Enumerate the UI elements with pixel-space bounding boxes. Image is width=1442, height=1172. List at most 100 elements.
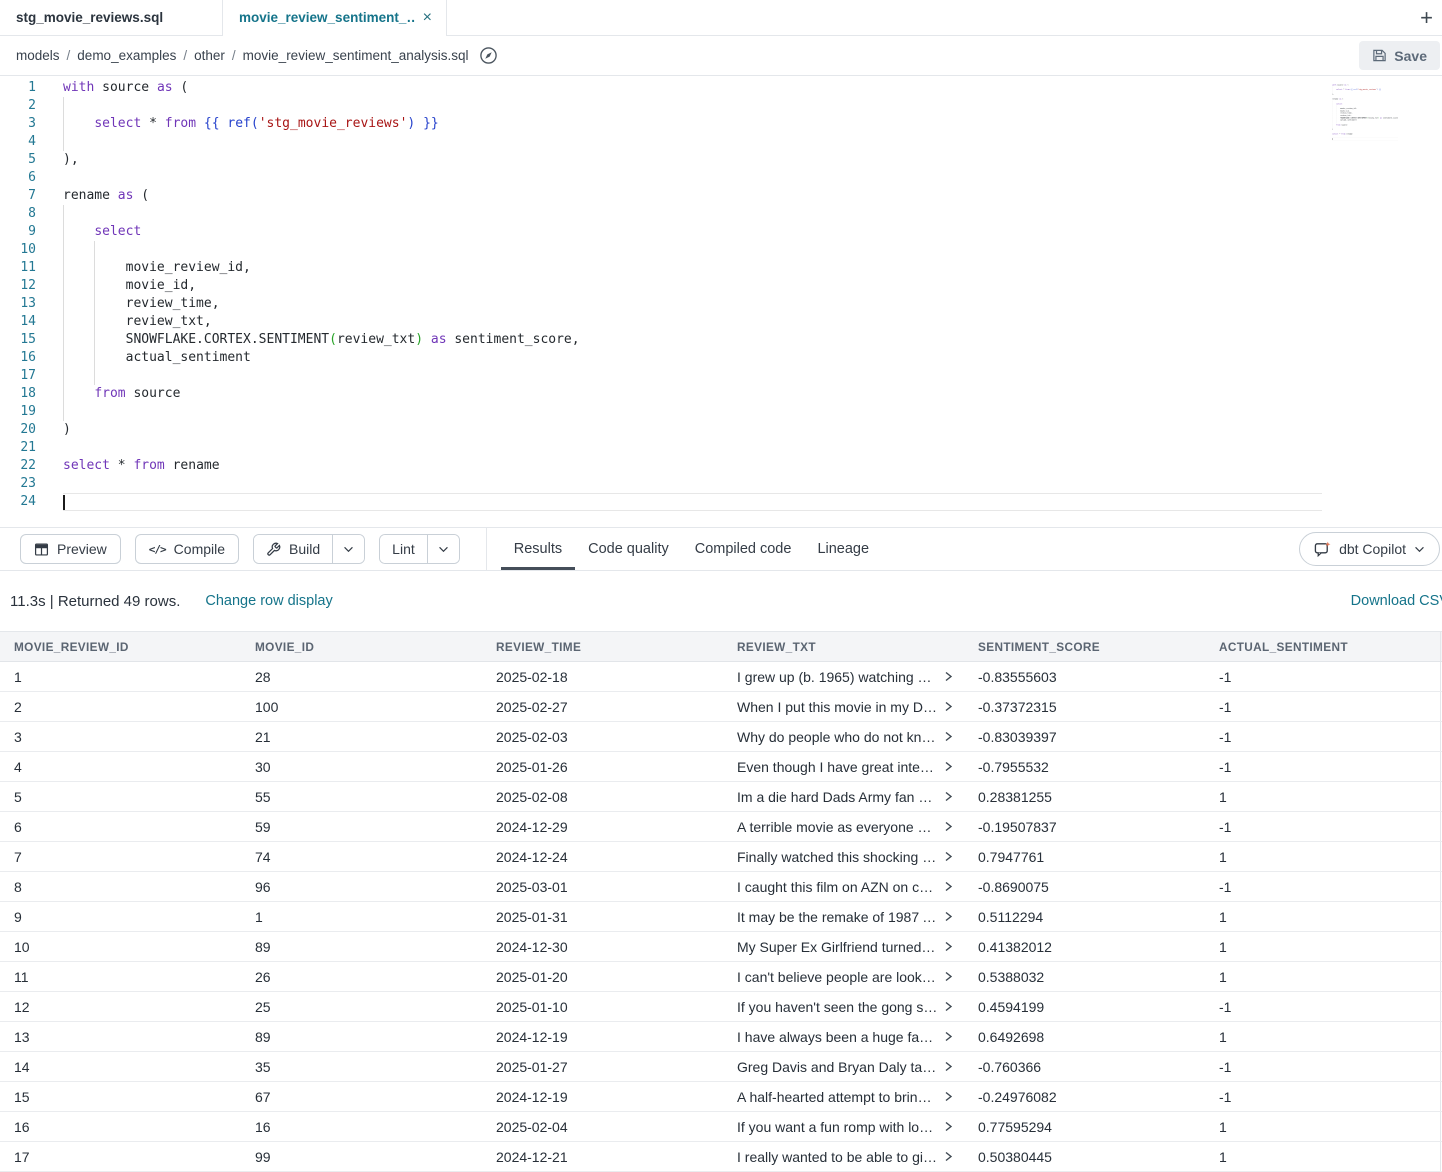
chevron-right-icon[interactable] — [943, 1001, 953, 1012]
indent-guide — [94, 241, 95, 259]
table-cell: 1 — [1205, 842, 1440, 871]
code-area[interactable]: with source as ( select * from {{ ref('s… — [1332, 84, 1398, 140]
dbt-copilot-button[interactable]: dbt Copilot — [1299, 532, 1440, 566]
preview-button[interactable]: Preview — [20, 534, 121, 564]
text-cursor — [63, 495, 65, 510]
indent-guide — [63, 349, 64, 367]
chevron-right-icon[interactable] — [943, 1151, 953, 1162]
tab-code-quality[interactable]: Code quality — [575, 528, 682, 570]
table-cell: 0.28381255 — [964, 782, 1205, 811]
chevron-right-icon[interactable] — [943, 821, 953, 832]
table-cell: 0.41382012 — [964, 932, 1205, 961]
table-cell: 16 — [241, 1112, 482, 1141]
table-cell: 89 — [241, 932, 482, 961]
chevron-right-icon[interactable] — [943, 1061, 953, 1072]
table-cell: 0.5388032 — [964, 962, 1205, 991]
tab-stg-movie-reviews[interactable]: stg_movie_reviews.sql — [0, 0, 223, 35]
build-button[interactable]: Build — [254, 535, 332, 563]
review-text: My Super Ex Girlfriend turned out to b… — [737, 939, 938, 955]
table-cell: 1 — [1205, 932, 1440, 961]
code-token: ( — [133, 188, 149, 203]
table-cell: -0.83555603 — [964, 662, 1205, 691]
new-tab-button[interactable]: + — [1420, 4, 1433, 32]
table-cell: 2024-12-30 — [482, 932, 723, 961]
lint-split-button: Lint — [379, 534, 460, 564]
download-csv-link[interactable]: Download CSV — [1351, 593, 1442, 609]
line-number: 2 — [0, 97, 36, 115]
cell-review-txt: Greg Davis and Bryan Daly take some … — [723, 1052, 964, 1081]
code-line — [63, 367, 1322, 385]
change-row-display-link[interactable]: Change row display — [205, 593, 332, 609]
chevron-right-icon[interactable] — [943, 911, 953, 922]
toolbar-divider — [486, 528, 487, 570]
chevron-right-icon[interactable] — [943, 761, 953, 772]
chevron-right-icon[interactable] — [943, 1031, 953, 1042]
review-text: It may be the remake of 1987 Autumn'… — [737, 909, 938, 925]
minimap[interactable]: with source as ( select * from {{ ref('s… — [1324, 84, 1398, 142]
table-cell: 5 — [0, 782, 241, 811]
table-cell: -0.37372315 — [964, 692, 1205, 721]
table-row: 1282025-02-18I grew up (b. 1965) watchin… — [0, 662, 1442, 692]
table-cell: -0.83039397 — [964, 722, 1205, 751]
code-token: ) — [63, 422, 71, 437]
line-number: 21 — [0, 439, 36, 457]
code-line: rename as ( — [63, 187, 1322, 205]
chevron-down-icon — [343, 546, 354, 553]
table-cell: 67 — [241, 1082, 482, 1111]
compile-label: Compile — [174, 541, 225, 557]
table-cell: 100 — [241, 692, 482, 721]
tab-movie-review-sentiment[interactable]: movie_review_sentiment_… × — [223, 0, 447, 35]
chevron-right-icon[interactable] — [943, 1091, 953, 1102]
code-line: movie_id, — [63, 277, 1322, 295]
code-line: SNOWFLAKE.CORTEX.SENTIMENT(review_txt) a… — [63, 331, 1322, 349]
table-cell: 14 — [0, 1052, 241, 1081]
chevron-right-icon[interactable] — [943, 971, 953, 982]
table-cell: 2024-12-24 — [482, 842, 723, 871]
table-row: 11262025-01-20I can't believe people are… — [0, 962, 1442, 992]
cell-review-txt: I grew up (b. 1965) watching and lovin… — [723, 662, 964, 691]
chevron-right-icon[interactable] — [943, 881, 953, 892]
table-cell: 28 — [241, 662, 482, 691]
code-line — [63, 97, 1322, 115]
table-cell: 2024-12-19 — [482, 1082, 723, 1111]
table-cell: 2024-12-29 — [482, 812, 723, 841]
chevron-right-icon[interactable] — [943, 731, 953, 742]
close-icon[interactable]: × — [423, 10, 432, 26]
line-number: 23 — [0, 475, 36, 493]
table-cell: 30 — [241, 752, 482, 781]
code-line: review_time, — [63, 295, 1322, 313]
chevron-right-icon[interactable] — [943, 851, 953, 862]
tab-lineage[interactable]: Lineage — [804, 528, 882, 570]
save-button[interactable]: Save — [1359, 41, 1440, 70]
chevron-right-icon[interactable] — [943, 1121, 953, 1132]
line-number: 3 — [0, 115, 36, 133]
code-token: select — [63, 458, 110, 473]
tab-results[interactable]: Results — [501, 528, 575, 570]
build-dropdown-button[interactable] — [332, 535, 364, 563]
table-cell: 2024-12-21 — [482, 1142, 723, 1171]
chevron-right-icon[interactable] — [943, 671, 953, 682]
lint-dropdown-button[interactable] — [427, 535, 459, 563]
chevron-right-icon[interactable] — [943, 791, 953, 802]
code-area[interactable]: with source as ( select * from {{ ref('s… — [63, 79, 1442, 511]
code-token: sentiment_score, — [447, 332, 580, 347]
table-row: 16162025-02-04If you want a fun romp wit… — [0, 1112, 1442, 1142]
table-cell: -1 — [1205, 662, 1440, 691]
table-cell: 13 — [0, 1022, 241, 1051]
results-table: MOVIE_REVIEW_IDMOVIE_IDREVIEW_TIMEREVIEW… — [0, 631, 1442, 1172]
chevron-right-icon[interactable] — [943, 701, 953, 712]
wrench-icon — [266, 542, 281, 557]
compass-icon[interactable] — [479, 46, 498, 65]
line-number: 1 — [0, 79, 36, 97]
lint-button[interactable]: Lint — [380, 535, 427, 563]
chevron-right-icon[interactable] — [943, 941, 953, 952]
table-row: 13892024-12-19I have always been a huge … — [0, 1022, 1442, 1052]
column-header-sentiment_score: SENTIMENT_SCORE — [964, 632, 1205, 661]
code-token — [196, 116, 204, 131]
tab-compiled-code[interactable]: Compiled code — [682, 528, 805, 570]
code-token: ) }} — [407, 116, 438, 131]
compile-button[interactable]: </> Compile — [135, 534, 239, 564]
line-numbers: 123456789101112131415161718192021222324 — [0, 79, 36, 511]
cell-review-txt: I really wanted to be able to give this … — [723, 1142, 964, 1171]
line-number: 12 — [0, 277, 36, 295]
